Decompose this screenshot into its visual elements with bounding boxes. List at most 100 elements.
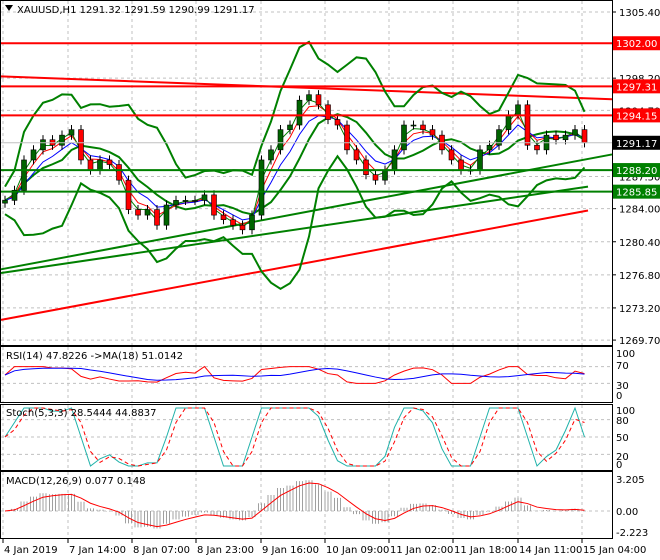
candle [230,219,236,226]
candle [182,200,189,202]
candle [363,159,369,175]
y-tick-label: 1305.40 [619,8,660,19]
panel-frame-0 [0,0,613,346]
macd-tick: 3.205 [616,475,645,486]
macd-label: MACD(12,26,9) 0.077 0.148 [6,476,146,487]
candle [429,129,436,136]
candle [410,124,417,127]
candle [192,200,198,202]
level-label: 1285.85 [616,188,657,199]
stoch-label: Stoch(5,3,3) 28.5444 44.8837 [6,408,157,419]
candle [315,94,322,106]
candle [21,159,27,191]
candle [534,144,540,151]
y-tick-label: 1273.20 [619,304,660,315]
candle [382,169,388,181]
rsi-tick: 100 [616,349,635,360]
candle [2,200,8,204]
y-tick-label: 1284.00 [619,205,660,216]
candle [201,194,208,201]
candle [277,129,284,151]
x-tick-label: 10 Jan 09:00 [326,545,389,556]
candle [116,164,122,181]
rsi-tick: 70 [616,361,629,372]
candle [486,144,493,151]
candle [458,159,464,171]
candle [239,224,246,231]
candle [268,149,274,161]
candle [581,129,588,144]
candle [553,134,559,141]
x-tick-label: 11 Jan 18:00 [454,545,517,556]
macd-tick: -2.223 [616,528,648,539]
candle [173,200,179,206]
candle [372,174,379,181]
rsi-line [4,365,585,384]
candle [87,159,94,171]
trendline [0,209,589,321]
level-label: 1291.17 [616,139,657,150]
candle [325,104,331,120]
chart-canvas[interactable]: 4 Jan 2019 7 Jan 14:00 8 Jan 07:00 8 Jan 23… [0,0,660,560]
candle [353,149,360,161]
stoch-tick: 50 [616,433,629,444]
candle [515,104,521,116]
candle [220,214,227,220]
y-tick-label: 1276.80 [619,271,660,282]
candle [97,159,103,171]
rsi-label: RSI(14) 47.8226 ->MA(18) 51.0142 [6,351,183,362]
trendline [0,153,613,271]
candle [505,114,512,130]
symbol-label: XAUUSD,H1 1291.32 1291.59 1290.99 1291.1… [17,5,255,16]
level-label: 1297.31 [616,82,657,93]
candle [334,119,341,126]
chart-window: 4 Jan 2019 7 Jan 14:00 8 Jan 07:00 8 Jan 23… [0,0,660,560]
x-tick-label: 11 Jan 02:00 [390,545,453,556]
stoch-tick: 0 [616,460,622,471]
x-tick-label: 14 Jan 11:00 [519,545,582,556]
candle [401,124,407,151]
x-tick-label: 8 Jan 07:00 [133,545,190,556]
level-label: 1302.00 [616,39,657,50]
x-tick-label: 7 Jan 14:00 [69,545,126,556]
y-tick-label: 1269.70 [619,336,660,347]
stoch-tick: 80 [616,416,629,427]
candle [154,209,160,226]
macd-signal-line [4,482,585,528]
candle [68,129,75,136]
level-label: 1294.15 [616,111,657,122]
level-label: 1288.20 [616,166,657,177]
candle [448,149,455,161]
candle [572,129,578,136]
candle [287,124,293,130]
trendline [0,185,589,274]
candle [163,204,170,226]
candle [135,209,141,216]
candle [211,194,217,216]
rsi-tick: 0 [616,391,622,402]
y-tick-label: 1280.40 [619,238,660,249]
candle [125,179,132,210]
candle [78,129,84,161]
candle [249,214,255,231]
x-tick-label: 4 Jan 2019 [4,545,58,556]
candle [296,99,303,126]
candle [106,159,113,165]
candle [524,104,531,146]
candle [562,134,569,141]
candle [144,209,151,216]
candle [40,139,46,151]
candle [59,134,65,146]
candle [258,159,265,216]
dropdown-triangle-icon [5,5,13,11]
candle [477,149,483,171]
x-tick-label: 9 Jan 16:00 [262,545,319,556]
candle [306,94,312,101]
candle [420,124,426,130]
x-tick-label: 15 Jan 04:00 [583,545,646,556]
candle [30,149,37,161]
x-tick-label: 8 Jan 23:00 [197,545,254,556]
candle [391,149,398,171]
macd-tick: 0.00 [616,507,638,518]
candle [344,124,350,151]
